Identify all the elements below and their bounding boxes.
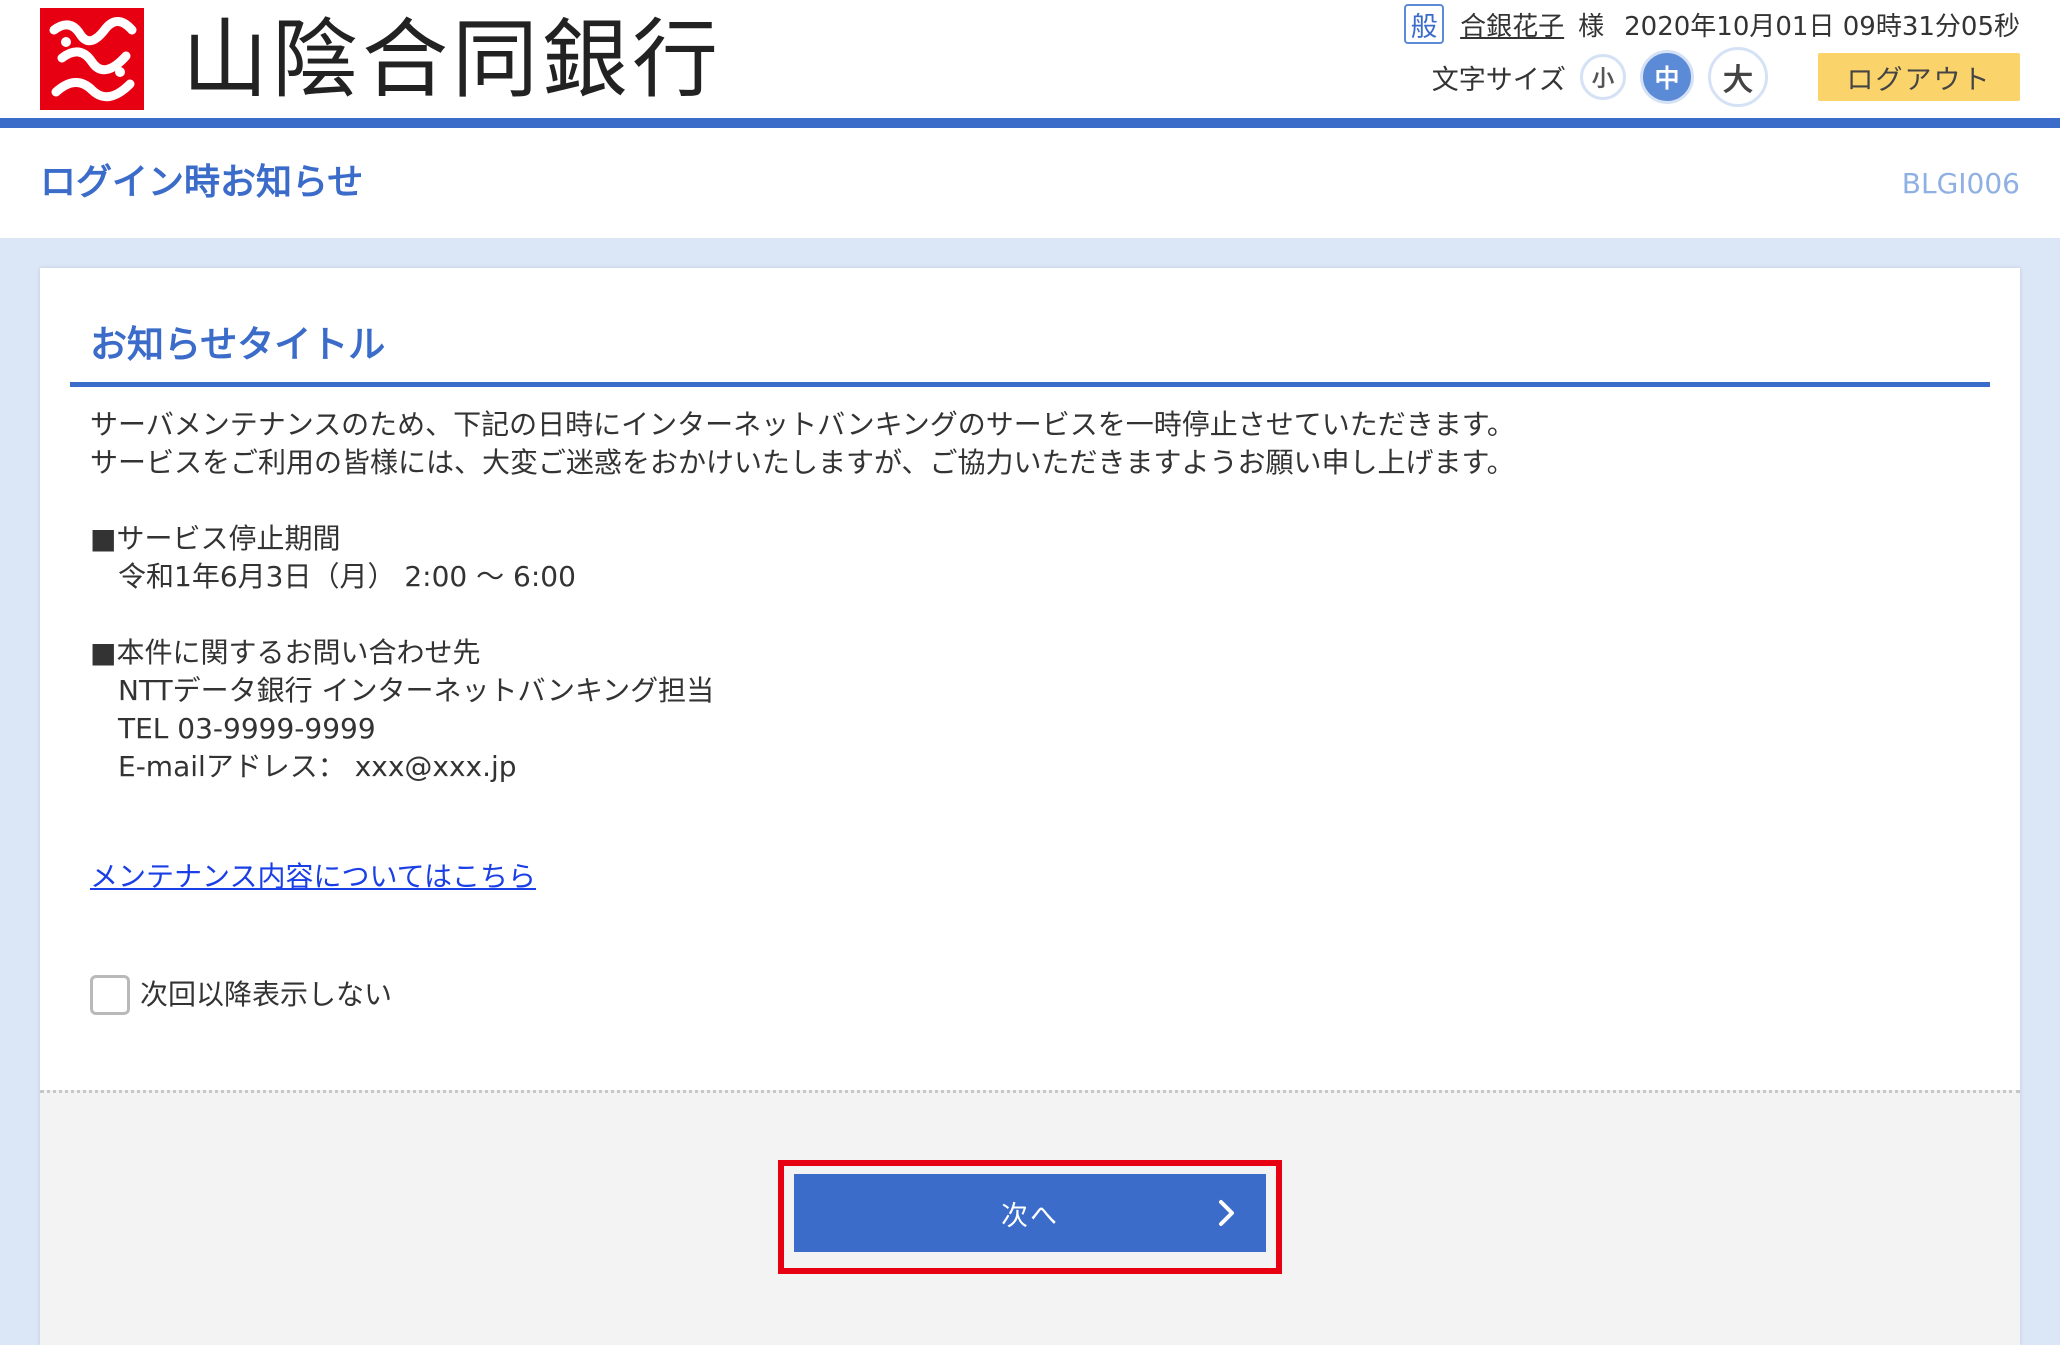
font-size-medium-button[interactable]: 中	[1640, 50, 1694, 104]
user-name-link[interactable]: 合銀花子	[1460, 6, 1564, 43]
notice-line: サービスをご利用の皆様には、大変ご迷惑をおかけいたしますが、ご協力いただきますよ…	[90, 446, 1515, 479]
maintenance-details-link[interactable]: メンテナンス内容についてはこちら	[90, 858, 536, 896]
page-title-bar: ログイン時お知らせ BLGI006	[0, 128, 2060, 238]
notice-line: TEL 03-9999-9999	[90, 712, 376, 745]
notice-line: NTTデータ銀行 インターネットバンキング担当	[90, 674, 715, 707]
card-footer: 次へ	[40, 1090, 2020, 1345]
font-size-label: 文字サイズ	[1431, 64, 1566, 96]
notice-card: お知らせタイトル サーバメンテナンスのため、下記の日時にインターネットバンキング…	[40, 268, 2020, 1345]
notice-body: サーバメンテナンスのため、下記の日時にインターネットバンキングのサービスを一時停…	[90, 406, 1970, 786]
font-size-controls: 文字サイズ 小 中 大 ログアウト	[1431, 47, 2020, 107]
user-honorific: 様	[1578, 11, 1605, 42]
notice-line: サーバメンテナンスのため、下記の日時にインターネットバンキングのサービスを一時停…	[90, 408, 1515, 441]
dont-show-again-option[interactable]: 次回以降表示しない	[90, 975, 392, 1015]
font-size-small-button[interactable]: 小	[1580, 54, 1626, 100]
notice-line	[90, 596, 1970, 634]
screen-id: BLGI006	[1901, 167, 2020, 200]
next-button-label: 次へ	[1001, 1200, 1059, 1232]
header-divider	[0, 118, 2060, 128]
notice-title: お知らせタイトル	[90, 323, 386, 366]
notice-line: ■本件に関するお問い合わせ先	[90, 636, 481, 669]
logout-button[interactable]: ログアウト	[1818, 53, 2020, 101]
login-datetime: 2020年10月01日 09時31分05秒	[1624, 11, 2020, 42]
notice-line	[90, 482, 1970, 520]
font-size-large-button[interactable]: 大	[1708, 47, 1768, 107]
header: 山陰合同銀行 般 合銀花子 様 2020年10月01日 09時31分05秒 文字…	[0, 0, 2060, 118]
dont-show-again-checkbox[interactable]	[90, 975, 130, 1015]
user-info: 般 合銀花子 様 2020年10月01日 09時31分05秒	[1404, 2, 2020, 46]
page-title: ログイン時お知らせ	[40, 162, 364, 203]
notice-line: ■サービス停止期間	[90, 522, 341, 555]
dont-show-again-label: 次回以降表示しない	[140, 978, 393, 1011]
next-button[interactable]: 次へ	[794, 1174, 1266, 1252]
notice-line: 令和1年6月3日（月） 2:00 ～ 6:00	[90, 560, 576, 593]
notice-line: E-mailアドレス： xxx@xxx.jp	[90, 750, 517, 783]
bank-name: 山陰合同銀行	[182, 10, 722, 110]
chevron-right-icon	[1219, 1200, 1234, 1226]
notice-title-divider	[70, 382, 1990, 387]
bank-logo-icon	[40, 8, 144, 110]
user-type-badge: 般	[1404, 4, 1445, 44]
